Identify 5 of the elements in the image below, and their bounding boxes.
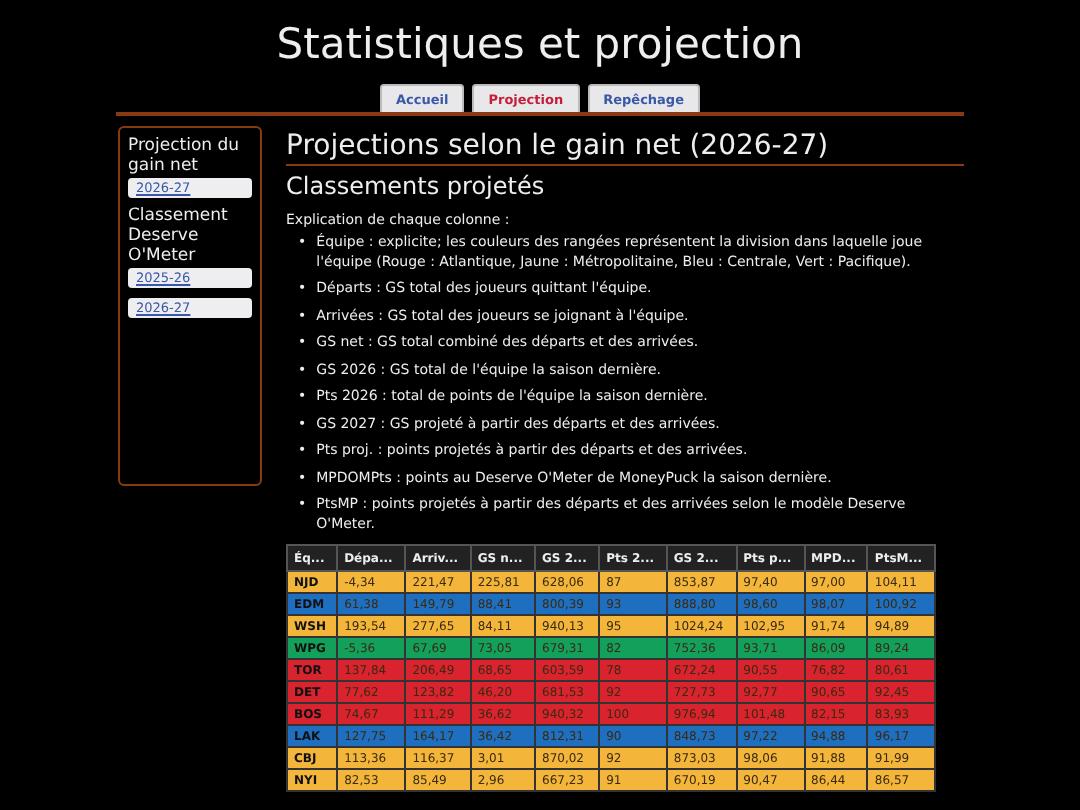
page-heading: Projections selon le gain net (2026-27) — [286, 130, 964, 166]
page-title: Statistiques et projection — [274, 18, 806, 70]
sidebar-heading: Classement Deserve O'Meter — [128, 206, 230, 266]
sidebar-heading: Projection du gain net — [128, 136, 242, 176]
section-heading: Classements projetés — [286, 172, 547, 200]
